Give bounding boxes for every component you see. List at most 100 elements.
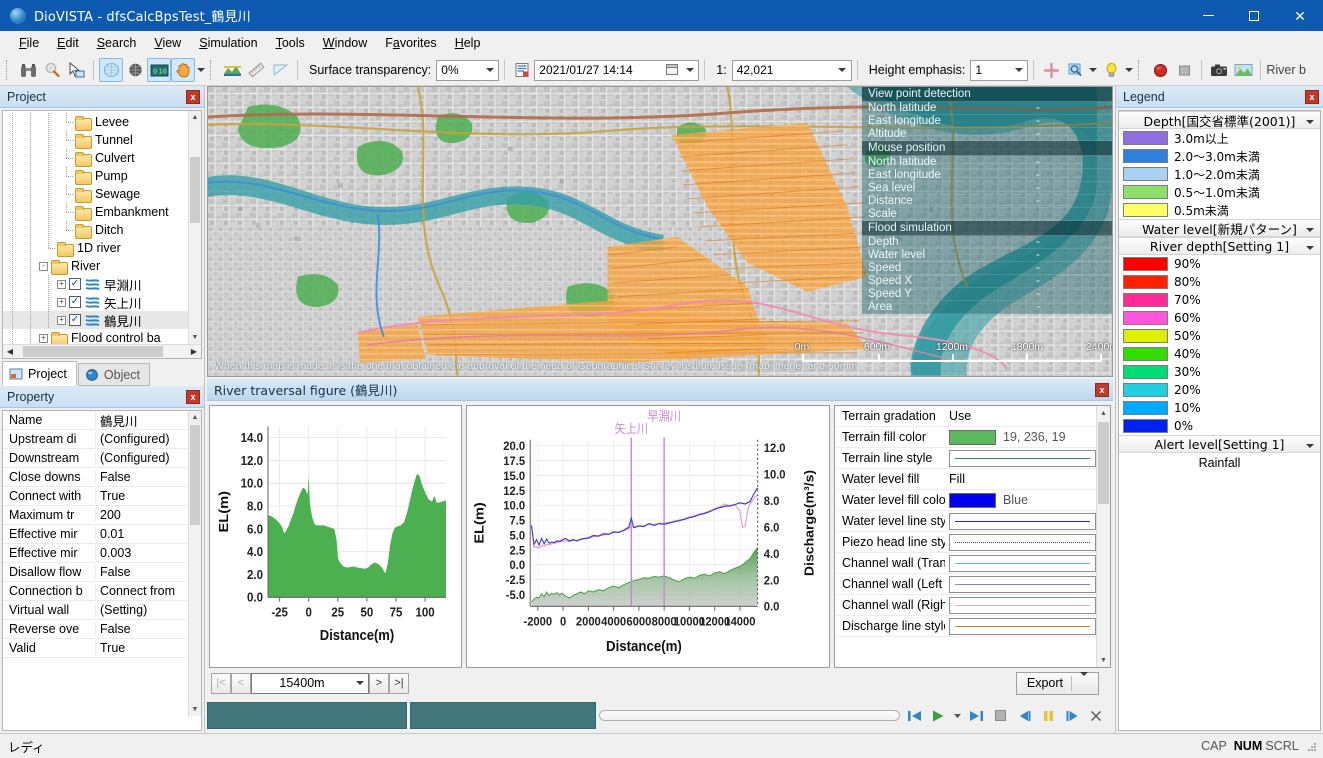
settings-scroll-down-icon[interactable]: ▼ [1097,653,1110,667]
add-icon[interactable] [1039,58,1063,82]
scroll-down-icon[interactable]: ▼ [189,331,201,344]
setting-row[interactable]: Water level fill Fill [835,469,1096,490]
step-back-icon[interactable] [1013,706,1035,726]
chevron-down-icon[interactable] [1306,113,1314,127]
menu-view[interactable]: View [145,33,190,53]
export-dropdown-icon[interactable] [1080,672,1088,690]
chevron-down-icon-distance[interactable] [352,681,368,685]
figure-panel-close-icon[interactable]: x [1095,382,1109,397]
legend-item[interactable]: 70% [1119,291,1320,309]
tree-node-checkbox[interactable]: ✓ [69,278,81,290]
setting-row[interactable]: Terrain gradation Use [835,406,1096,427]
menu-tools[interactable]: Tools [267,33,314,53]
tree-node[interactable]: Ditch [3,221,188,239]
line-style-preview[interactable] [949,575,1096,593]
chevron-down-icon[interactable] [1306,239,1314,253]
property-value[interactable]: True [95,641,188,655]
camera-icon[interactable] [1207,58,1231,82]
settings-vscroll-thumb[interactable] [1098,422,1109,504]
menu-simulation[interactable]: Simulation [190,33,266,53]
property-row[interactable]: Connection b Connect from [3,582,188,601]
legend-item[interactable]: 40% [1119,345,1320,363]
setting-value[interactable] [945,554,1096,572]
property-value[interactable]: (Setting) [95,603,188,617]
property-row[interactable]: Effective mir 0.01 [3,525,188,544]
timeline-track[interactable] [599,710,900,721]
skip-back-icon[interactable] [903,706,925,726]
tree-node[interactable]: - River [3,257,188,275]
tree-node[interactable]: Embankment [3,203,188,221]
first-station-button[interactable]: |< [211,672,231,694]
record-icon[interactable] [1148,58,1172,82]
distance-select[interactable]: 15400m [251,672,369,694]
ruler-icon[interactable] [244,58,268,82]
tree-node[interactable]: + ✓ 早淵川 [3,275,188,293]
property-vscrollbar[interactable]: ▲ ▼ [188,411,201,716]
pointer-select-icon[interactable] [64,58,88,82]
property-value[interactable]: False [95,565,188,579]
image-icon[interactable] [1231,58,1255,82]
legend-item[interactable]: 10% [1119,399,1320,417]
legend-item[interactable]: 80% [1119,273,1320,291]
toolbar-grip[interactable] [6,60,13,80]
settings-vscrollbar[interactable]: ▲ ▼ [1096,406,1110,667]
property-row[interactable]: Upstream di (Configured) [3,430,188,449]
zoom-dropdown-icon[interactable] [1087,58,1099,82]
chevron-down-icon-date[interactable] [681,61,698,80]
tree-node[interactable]: Pump [3,167,188,185]
line-style-preview[interactable] [949,512,1096,530]
surface-transparency-select[interactable]: 0% [436,59,500,81]
longitudinal-profile-chart[interactable]: 矢上川 早淵川 -5.0 -2.5 0.0 2.5 5.0 7.5 10.0 12.5 15.0 17… [466,405,830,668]
tab-object[interactable]: Object [77,363,151,386]
legend-item[interactable]: 60% [1119,309,1320,327]
menu-window[interactable]: Window [314,33,376,53]
zoom-icon[interactable] [1063,58,1087,82]
pan-dropdown-icon[interactable] [195,58,207,82]
property-panel-close-icon[interactable]: x [186,389,200,404]
setting-value[interactable] [945,575,1096,593]
toolbar-grip-3[interactable] [1138,60,1145,80]
property-row[interactable]: Virtual wall (Setting) [3,601,188,620]
scroll-up-icon[interactable]: ▲ [189,111,201,124]
setting-row[interactable]: Discharge line style [835,616,1096,637]
legend-item[interactable]: 0.5m未満 [1119,201,1320,219]
collapse-icon[interactable]: - [39,261,48,271]
vscroll-thumb[interactable] [190,157,200,223]
close-button[interactable]: ✕ [1277,0,1323,31]
setting-row[interactable]: Channel wall (Transv [835,553,1096,574]
setting-row[interactable]: Terrain fill color 19, 236, 19 [835,427,1096,448]
terrain-icon[interactable] [220,58,244,82]
menu-help[interactable]: Help [446,33,490,53]
toolbar-grip-2[interactable] [210,60,217,80]
setting-row[interactable]: Piezo head line style [835,532,1096,553]
next-station-button[interactable]: > [369,672,389,694]
last-station-button[interactable]: >| [389,672,409,694]
cross-section-chart[interactable]: 0.0 2.0 4.0 6.0 8.0 10.0 12.0 14.0 -25 0 25 50 75 100… [209,405,462,668]
menu-favorites[interactable]: Favorites [376,33,445,53]
project-tree-vscrollbar[interactable]: ▲ ▼ [188,111,201,344]
setting-value[interactable] [945,512,1096,530]
calendar-icon[interactable] [664,61,681,80]
hscroll-thumb[interactable] [23,346,163,357]
legend-item[interactable]: 0% [1119,417,1320,435]
hscroll-track[interactable] [17,345,187,358]
settings-scroll-up-icon[interactable]: ▲ [1097,406,1110,420]
line-style-preview[interactable] [949,449,1096,467]
legend-group-header[interactable]: Alert level[Setting 1] [1119,435,1320,453]
datetime-field[interactable]: 2021/01/27 14:14 [534,59,700,81]
property-value[interactable]: 0.003 [95,546,188,560]
setting-value[interactable]: Use [945,409,1096,423]
property-value[interactable]: False [95,470,188,484]
property-row[interactable]: Maximum tr 200 [3,506,188,525]
tree-node[interactable]: Sewage [3,185,188,203]
timeline-slider[interactable] [599,709,900,723]
legend-panel-close-icon[interactable]: x [1305,89,1319,104]
legend-item[interactable]: 50% [1119,327,1320,345]
legend-item[interactable]: 3.0m以上 [1119,129,1320,147]
prev-station-button[interactable]: < [231,672,251,694]
river-button-label[interactable]: River b [1266,63,1306,77]
minimize-button[interactable] [1185,0,1231,31]
project-panel-close-icon[interactable]: x [186,89,200,104]
property-value[interactable]: (Configured) [95,451,188,465]
prop-scroll-up-icon[interactable]: ▲ [189,411,201,424]
